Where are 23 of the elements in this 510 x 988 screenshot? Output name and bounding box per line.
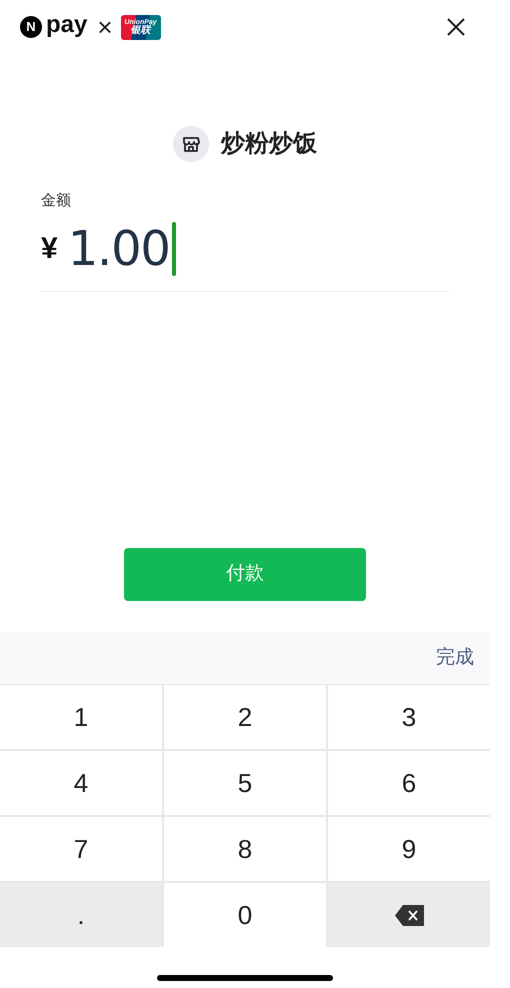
digit-key[interactable]: 8	[164, 817, 326, 881]
digit-key[interactable]: 5	[164, 751, 326, 815]
digit-key[interactable]: 6	[328, 751, 490, 815]
n-badge: N	[20, 16, 42, 38]
brand-name: pay	[46, 13, 88, 40]
digit-key[interactable]: 1	[0, 685, 162, 749]
text-cursor	[172, 222, 176, 276]
digit-key[interactable]: 0	[164, 883, 326, 947]
merchant-name: 炒粉炒饭	[221, 129, 317, 159]
digit-key[interactable]: 7	[0, 817, 162, 881]
close-icon[interactable]	[446, 17, 466, 37]
digit-key[interactable]: 3	[328, 685, 490, 749]
backspace-icon	[394, 904, 424, 926]
amount-field[interactable]: ¥ 1.00	[41, 218, 449, 292]
times-sign: ×	[97, 14, 113, 40]
store-icon	[173, 126, 209, 162]
digit-key[interactable]: 2	[164, 685, 326, 749]
amount-value: 1.00	[68, 220, 170, 278]
amount-label: 金额	[41, 191, 72, 211]
done-button[interactable]: 完成	[436, 644, 474, 672]
currency-sign: ¥	[41, 231, 58, 267]
digit-key[interactable]: 4	[0, 751, 162, 815]
digit-key[interactable]: 9	[328, 817, 490, 881]
